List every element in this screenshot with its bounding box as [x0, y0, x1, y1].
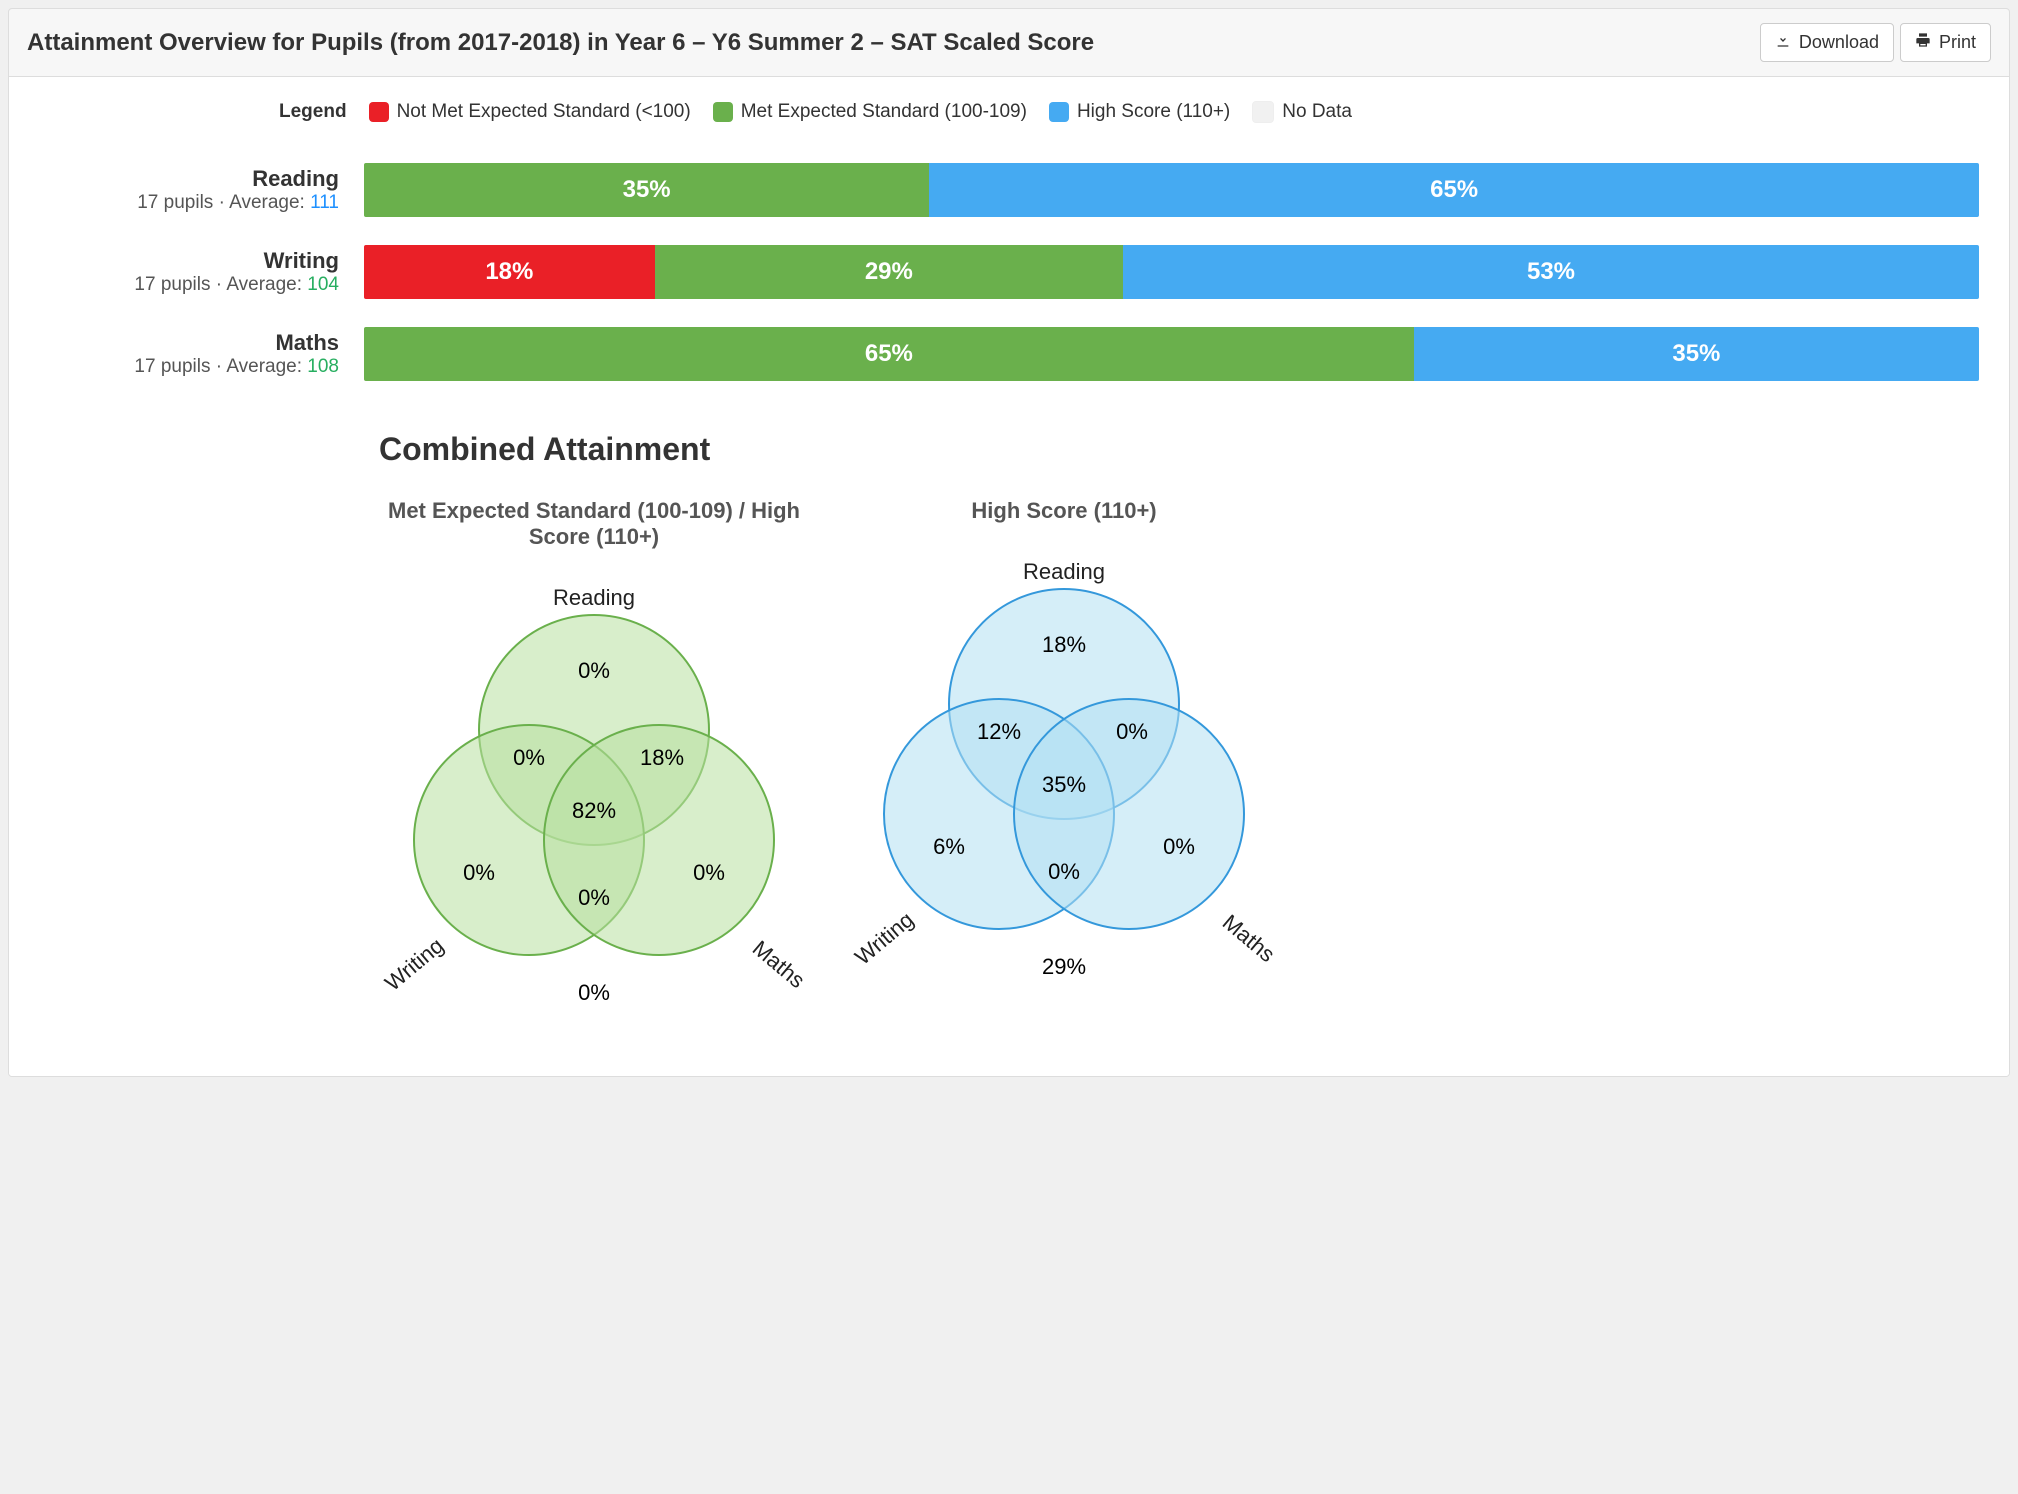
- legend-item: Met Expected Standard (100-109): [713, 101, 1027, 123]
- download-button[interactable]: Download: [1760, 23, 1894, 62]
- venn-row: Met Expected Standard (100-109) / High S…: [379, 498, 1979, 1036]
- svg-text:0%: 0%: [578, 980, 610, 1005]
- subject-label: Maths 17 pupils · Average: 108: [39, 330, 339, 378]
- subject-bars: Reading 17 pupils · Average: 11135%65%Wr…: [39, 163, 1979, 381]
- legend-title: Legend: [279, 101, 347, 123]
- subject-label: Reading 17 pupils · Average: 111: [39, 166, 339, 214]
- svg-text:12%: 12%: [977, 719, 1021, 744]
- subject-meta: 17 pupils · Average: 108: [39, 356, 339, 378]
- swatch-red: [369, 102, 389, 122]
- attainment-panel: Attainment Overview for Pupils (from 201…: [8, 8, 2010, 1077]
- legend-item: No Data: [1252, 101, 1352, 123]
- venn-subtitle: Met Expected Standard (100-109) / High S…: [384, 498, 804, 550]
- swatch-blue: [1049, 102, 1069, 122]
- print-icon: [1915, 32, 1931, 53]
- stacked-bar[interactable]: 35%65%: [364, 163, 1979, 217]
- bar-segment[interactable]: 65%: [929, 163, 1979, 217]
- legend-item: High Score (110+): [1049, 101, 1230, 123]
- subject-name: Maths: [39, 330, 339, 356]
- page-title: Attainment Overview for Pupils (from 201…: [27, 29, 1094, 57]
- print-button[interactable]: Print: [1900, 23, 1991, 62]
- venn-diagram[interactable]: Reading Writing Maths 0% 0% 0% 0% 18% 0%…: [379, 560, 809, 1030]
- svg-text:6%: 6%: [933, 834, 965, 859]
- download-label: Download: [1799, 32, 1879, 53]
- subject-meta: 17 pupils · Average: 111: [39, 192, 339, 214]
- svg-text:0%: 0%: [513, 745, 545, 770]
- combined-title: Combined Attainment: [379, 431, 1979, 468]
- subject-row: Writing 17 pupils · Average: 104 18%29%53…: [39, 245, 1979, 299]
- svg-text:Maths: Maths: [748, 935, 809, 993]
- venn-diagram[interactable]: Reading Writing Maths 18% 6% 0% 12% 0% 0…: [849, 534, 1279, 1004]
- stacked-bar[interactable]: 65%35%: [364, 327, 1979, 381]
- svg-text:0%: 0%: [1048, 859, 1080, 884]
- average-value: 108: [307, 356, 339, 377]
- svg-text:0%: 0%: [578, 885, 610, 910]
- svg-text:0%: 0%: [1116, 719, 1148, 744]
- svg-text:18%: 18%: [640, 745, 684, 770]
- header-actions: Download Print: [1760, 23, 1991, 62]
- stacked-bar[interactable]: 18%29%53%: [364, 245, 1979, 299]
- svg-text:35%: 35%: [1042, 772, 1086, 797]
- swatch-grey: [1252, 101, 1274, 123]
- svg-text:Reading: Reading: [553, 585, 635, 610]
- panel-body: Legend Not Met Expected Standard (<100) …: [9, 77, 2009, 1076]
- svg-text:0%: 0%: [578, 658, 610, 683]
- subject-name: Reading: [39, 166, 339, 192]
- average-value: 111: [310, 192, 339, 213]
- subject-name: Writing: [39, 248, 339, 274]
- swatch-green: [713, 102, 733, 122]
- panel-header: Attainment Overview for Pupils (from 201…: [9, 9, 2009, 77]
- bar-segment[interactable]: 18%: [364, 245, 655, 299]
- venn-block: Met Expected Standard (100-109) / High S…: [379, 498, 809, 1036]
- bar-segment[interactable]: 35%: [1414, 327, 1979, 381]
- subject-meta: 17 pupils · Average: 104: [39, 274, 339, 296]
- svg-text:Maths: Maths: [1218, 909, 1279, 967]
- bar-segment[interactable]: 65%: [364, 327, 1414, 381]
- subject-row: Maths 17 pupils · Average: 108 65%35%: [39, 327, 1979, 381]
- bar-segment[interactable]: 29%: [655, 245, 1123, 299]
- venn-subtitle: High Score (110+): [854, 498, 1274, 524]
- svg-text:Writing: Writing: [850, 907, 918, 970]
- print-label: Print: [1939, 32, 1976, 53]
- venn-block: High Score (110+) Reading Writing Maths …: [849, 498, 1279, 1036]
- subject-label: Writing 17 pupils · Average: 104: [39, 248, 339, 296]
- legend: Legend Not Met Expected Standard (<100) …: [279, 101, 1979, 123]
- svg-text:0%: 0%: [1163, 834, 1195, 859]
- average-value: 104: [307, 274, 339, 295]
- svg-text:0%: 0%: [693, 860, 725, 885]
- bar-segment[interactable]: 53%: [1123, 245, 1979, 299]
- svg-text:82%: 82%: [572, 798, 616, 823]
- svg-text:Reading: Reading: [1023, 559, 1105, 584]
- subject-row: Reading 17 pupils · Average: 111 35%65%: [39, 163, 1979, 217]
- download-icon: [1775, 32, 1791, 53]
- bar-segment[interactable]: 35%: [364, 163, 929, 217]
- legend-item: Not Met Expected Standard (<100): [369, 101, 691, 123]
- svg-text:29%: 29%: [1042, 954, 1086, 979]
- svg-text:0%: 0%: [463, 860, 495, 885]
- svg-text:18%: 18%: [1042, 632, 1086, 657]
- svg-text:Writing: Writing: [380, 933, 448, 996]
